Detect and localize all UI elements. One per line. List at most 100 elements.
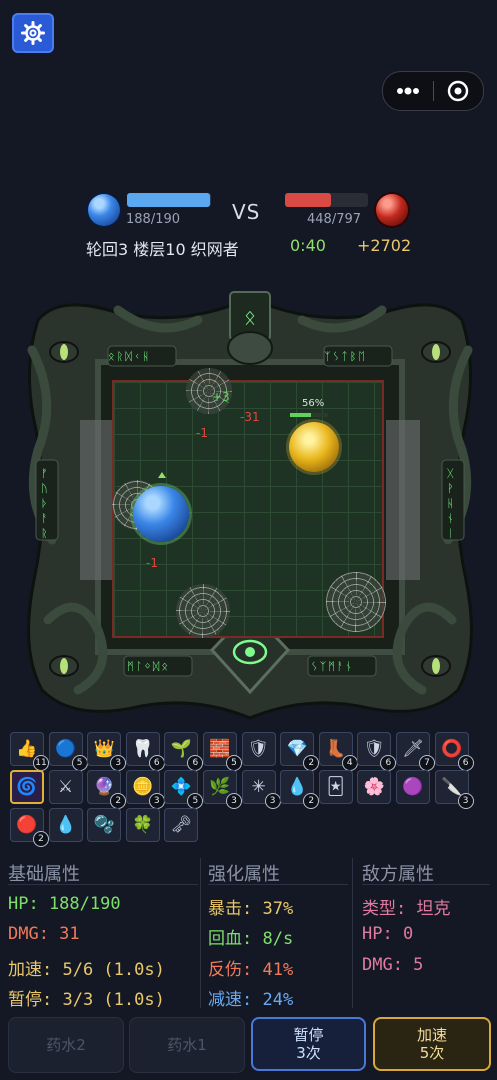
- settings-button[interactable]: [12, 13, 54, 53]
- stat-speed: 加速: 5/6 (1.0s): [8, 960, 165, 980]
- potion1-button[interactable]: 药水1: [129, 1017, 245, 1073]
- item-slot[interactable]: 🌸: [357, 770, 392, 804]
- divider: [8, 884, 198, 885]
- rune-text-bottom-right: ᛊᛉᛗᚨᚾ: [311, 660, 354, 673]
- item-slot[interactable]: 🪙 3: [125, 770, 165, 809]
- item-slot[interactable]: 🫧: [87, 808, 122, 842]
- item-count-badge: 11: [33, 755, 49, 771]
- item-slot[interactable]: 🍀: [125, 808, 160, 842]
- item-slot[interactable]: ✳ 3: [241, 770, 281, 809]
- enemy-stats-title: 敌方属性: [362, 864, 434, 885]
- item-count-badge: 6: [457, 755, 474, 771]
- potion2-label: 药水2: [46, 1036, 86, 1054]
- damage-popup: -31: [240, 410, 260, 424]
- item-slot[interactable]: 🛡: [241, 732, 276, 766]
- clover-icon: 🍀: [132, 815, 154, 835]
- item-count-badge: 3: [110, 755, 127, 771]
- item-slot[interactable]: 🔴 2: [10, 808, 49, 847]
- rune-text-top-left: ᛟᚱᛞᚲᚺ: [108, 350, 151, 363]
- pause-button[interactable]: 暂停 3次: [251, 1017, 366, 1071]
- vs-label: VS: [232, 200, 261, 224]
- item-count-badge: 3: [457, 793, 474, 809]
- enemy-hp: HP: 0: [362, 924, 414, 944]
- stat-crit: 暴击: 37%: [208, 899, 294, 919]
- stat-hp: HP: 188/190: [8, 894, 121, 914]
- item-slot[interactable]: 🔵 5: [48, 732, 88, 771]
- item-slot[interactable]: 🛡 6: [357, 732, 397, 771]
- item-slot[interactable]: 🃏: [318, 770, 353, 804]
- crossed-swords-icon: ⚔: [57, 777, 74, 797]
- target-circle-icon: [448, 80, 469, 102]
- herb-icon: 🌿: [209, 777, 231, 797]
- item-count-badge: 7: [419, 755, 435, 771]
- heal-popup: +3: [212, 390, 230, 404]
- battle-timer: 0:40: [290, 236, 326, 255]
- player-ball: [133, 486, 189, 542]
- basic-stats-title: 基础属性: [8, 864, 80, 885]
- enemy-hp-text: 448/797: [307, 212, 362, 227]
- item-slot[interactable]: 🗝: [164, 808, 199, 842]
- item-slot[interactable]: 💎 2: [280, 732, 320, 771]
- item-count-badge: 2: [33, 831, 49, 847]
- item-slot[interactable]: 🌿 3: [203, 770, 242, 809]
- weaver-enemy: [289, 422, 339, 472]
- potion2-button[interactable]: 药水2: [8, 1017, 124, 1073]
- item-count-badge: 2: [110, 793, 127, 809]
- blue-bubble-icon: 🫧: [93, 815, 115, 835]
- item-slot[interactable]: ⭕ 6: [434, 732, 474, 771]
- pink-pearl-icon: 🟣: [402, 777, 424, 797]
- potion1-label: 药水1: [167, 1036, 207, 1054]
- item-slot[interactable]: 👢 4: [318, 732, 358, 771]
- stone-block-icon: 🧱: [209, 739, 231, 759]
- item-count-badge: 3: [148, 793, 165, 809]
- item-slot[interactable]: 🗡 7: [396, 732, 435, 771]
- sword-icon: 🗡: [402, 739, 424, 759]
- fang-icon: 🦷: [132, 739, 154, 759]
- item-slot[interactable]: 👑 3: [87, 732, 127, 771]
- spider-web: [326, 572, 386, 632]
- item-slot[interactable]: 💧: [48, 808, 83, 842]
- coin-icon: 🪙: [132, 777, 154, 797]
- item-count-badge: 4: [341, 755, 358, 771]
- item-slot[interactable]: 🌀: [10, 770, 44, 804]
- close-mini-program-button[interactable]: [434, 80, 484, 102]
- item-slot[interactable]: 🧱 5: [203, 732, 242, 771]
- player-hp-text: 188/190: [126, 212, 181, 227]
- item-slot[interactable]: 🌱 6: [164, 732, 204, 771]
- item-slot[interactable]: ⚔: [48, 770, 83, 804]
- item-slot[interactable]: 💧 2: [280, 770, 320, 809]
- more-dots-icon: [396, 87, 419, 95]
- item-slot[interactable]: 🔪 3: [434, 770, 474, 809]
- rune-text-top-right: ᛉᛊᛏᛒᛖ: [324, 350, 367, 363]
- mini-program-capsule: [382, 71, 484, 111]
- pause-label: 暂停: [293, 1026, 324, 1044]
- speed-label: 加速: [416, 1026, 447, 1044]
- speed-up-button[interactable]: 加速 5次: [373, 1017, 491, 1071]
- ring-icon: ⭕: [441, 739, 463, 759]
- damage-popup: -1: [146, 556, 158, 570]
- dagger-icon: 🔪: [441, 777, 463, 797]
- lotus-icon: 🌸: [363, 777, 385, 797]
- item-slot[interactable]: 👍 11: [10, 732, 49, 771]
- more-button[interactable]: [383, 87, 433, 95]
- item-count-badge: 6: [187, 755, 204, 771]
- stage-info: 轮回3 楼层10 织网者: [86, 240, 239, 259]
- item-count-badge: 5: [71, 755, 88, 771]
- item-count-badge: 5: [226, 755, 242, 771]
- gem-icon: 💎: [286, 739, 308, 759]
- enemy-progress-bar: [290, 413, 328, 417]
- item-slot[interactable]: 🦷 6: [125, 732, 165, 771]
- starburst-icon: ✳: [251, 777, 266, 797]
- item-count-badge: 3: [264, 793, 281, 809]
- divider: [362, 884, 490, 885]
- speed-count: 5次: [419, 1044, 445, 1062]
- enhance-stats-title: 强化属性: [208, 864, 280, 885]
- item-slot[interactable]: 🟣: [396, 770, 430, 804]
- player-hp-bar-fill: [127, 193, 211, 207]
- stat-pause: 暂停: 3/3 (1.0s): [8, 990, 165, 1010]
- item-slot[interactable]: 🔮 2: [87, 770, 127, 809]
- key-icon: 🗝: [170, 815, 193, 835]
- gold-gain: +2702: [357, 236, 412, 255]
- item-slot[interactable]: 💠 5: [164, 770, 204, 809]
- blue-orb-icon: 🔵: [55, 739, 77, 759]
